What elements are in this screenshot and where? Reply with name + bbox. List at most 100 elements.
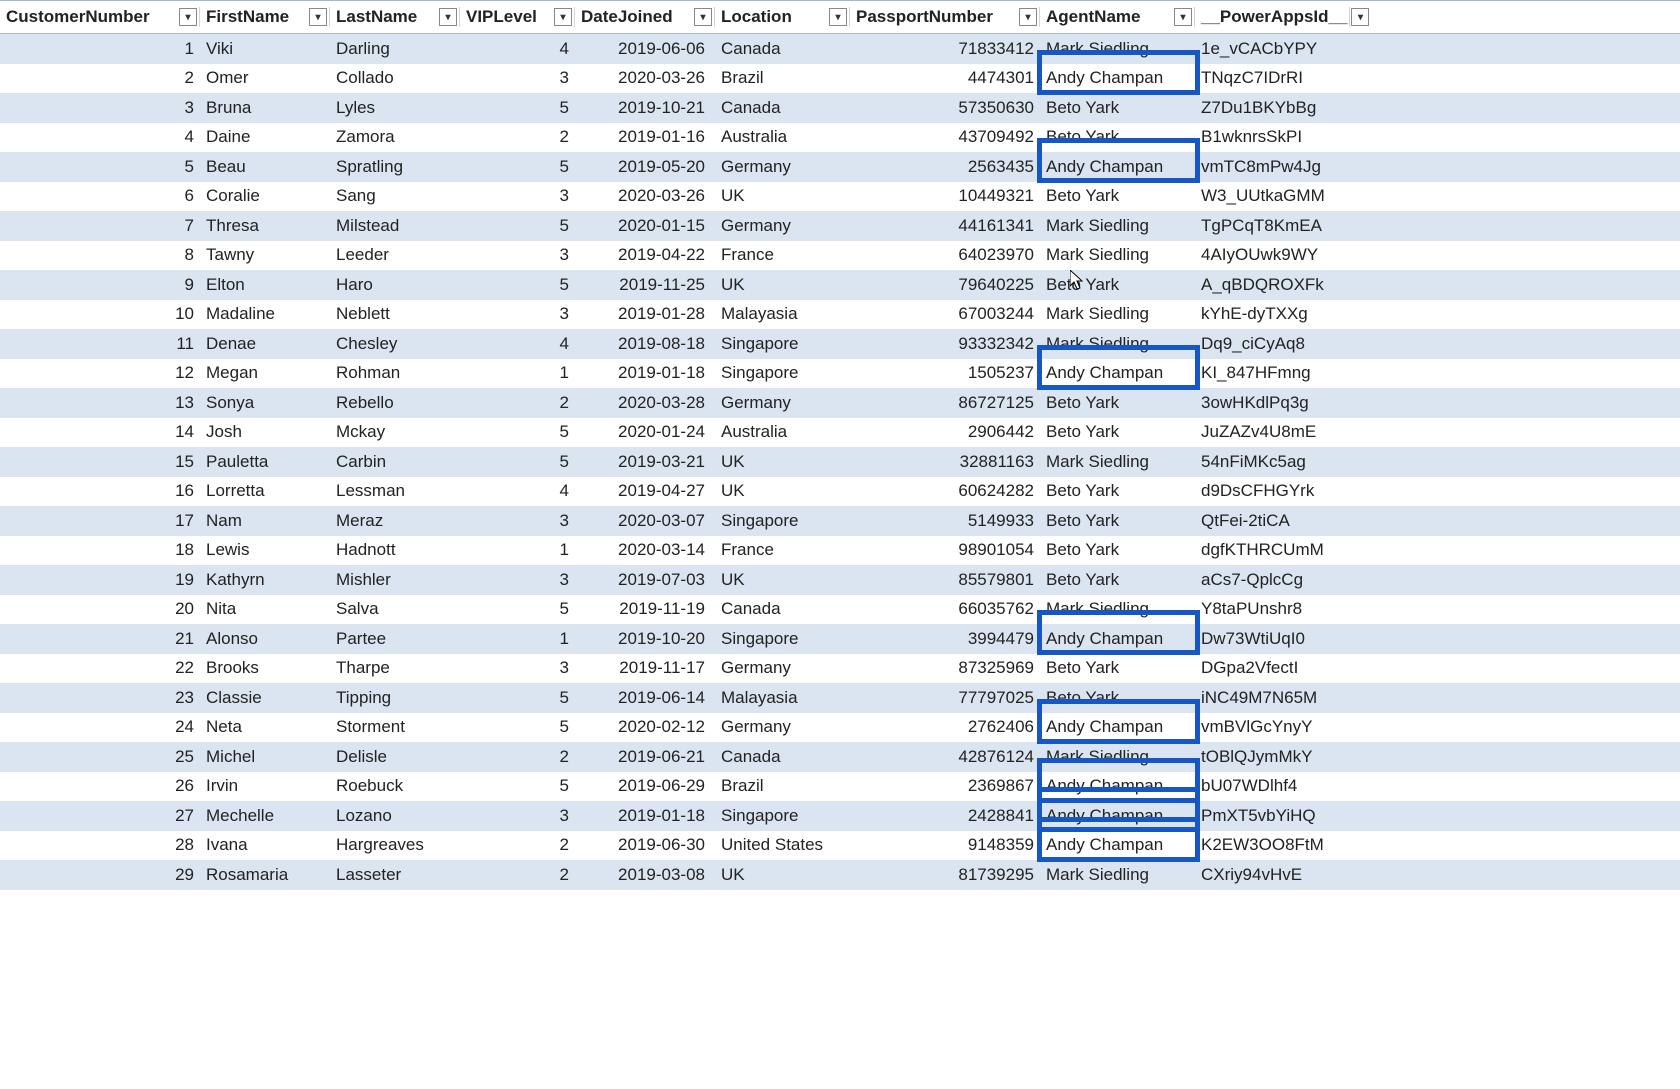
table-row[interactable]: 5BeauSpratling52019-05-20Germany2563435A… xyxy=(0,152,1680,182)
cell-location[interactable]: Australia xyxy=(715,422,850,442)
table-row[interactable]: 24NetaStorment52020-02-12Germany2762406A… xyxy=(0,713,1680,743)
table-row[interactable]: 22BrooksTharpe32019-11-17Germany87325969… xyxy=(0,654,1680,684)
cell-location[interactable]: Brazil xyxy=(715,68,850,88)
cell-agentname[interactable]: Mark Siedling xyxy=(1040,216,1195,236)
cell-passportnumber[interactable]: 66035762 xyxy=(850,599,1040,619)
cell-location[interactable]: Canada xyxy=(715,747,850,767)
cell-customernumber[interactable]: 29 xyxy=(0,865,200,885)
cell-powerappsid[interactable]: PmXT5vbYiHQ xyxy=(1195,806,1350,826)
cell-agentname[interactable]: Andy Champan xyxy=(1040,806,1195,826)
cell-viplevel[interactable]: 5 xyxy=(460,688,575,708)
cell-powerappsid[interactable]: tOBlQJymMkY xyxy=(1195,747,1350,767)
cell-customernumber[interactable]: 5 xyxy=(0,157,200,177)
cell-viplevel[interactable]: 5 xyxy=(460,717,575,737)
column-header-datejoined[interactable]: DateJoined▾ xyxy=(575,7,715,27)
cell-lastname[interactable]: Partee xyxy=(330,629,460,649)
cell-lastname[interactable]: Zamora xyxy=(330,127,460,147)
cell-lastname[interactable]: Hargreaves xyxy=(330,835,460,855)
cell-datejoined[interactable]: 2020-03-14 xyxy=(575,540,715,560)
cell-powerappsid[interactable]: 1e_vCACbYPY xyxy=(1195,39,1350,59)
column-header-firstname[interactable]: FirstName▾ xyxy=(200,7,330,27)
cell-powerappsid[interactable]: aCs7-QplcCg xyxy=(1195,570,1350,590)
cell-viplevel[interactable]: 3 xyxy=(460,245,575,265)
cell-passportnumber[interactable]: 98901054 xyxy=(850,540,1040,560)
column-header-agentname[interactable]: AgentName▾ xyxy=(1040,7,1195,27)
cell-firstname[interactable]: Beau xyxy=(200,157,330,177)
cell-location[interactable]: Canada xyxy=(715,599,850,619)
cell-agentname[interactable]: Beto Yark xyxy=(1040,393,1195,413)
table-row[interactable]: 26IrvinRoebuck52019-06-29Brazil2369867An… xyxy=(0,772,1680,802)
table-row[interactable]: 14JoshMckay52020-01-24Australia2906442Be… xyxy=(0,418,1680,448)
cell-viplevel[interactable]: 5 xyxy=(460,98,575,118)
cell-agentname[interactable]: Beto Yark xyxy=(1040,98,1195,118)
cell-agentname[interactable]: Beto Yark xyxy=(1040,540,1195,560)
cell-lastname[interactable]: Lessman xyxy=(330,481,460,501)
cell-firstname[interactable]: Madaline xyxy=(200,304,330,324)
table-row[interactable]: 21AlonsoPartee12019-10-20Singapore399447… xyxy=(0,624,1680,654)
cell-passportnumber[interactable]: 4474301 xyxy=(850,68,1040,88)
cell-datejoined[interactable]: 2019-10-20 xyxy=(575,629,715,649)
cell-passportnumber[interactable]: 5149933 xyxy=(850,511,1040,531)
table-row[interactable]: 20NitaSalva52019-11-19Canada66035762Mark… xyxy=(0,595,1680,625)
table-row[interactable]: 11DenaeChesley42019-08-18Singapore933323… xyxy=(0,329,1680,359)
cell-customernumber[interactable]: 27 xyxy=(0,806,200,826)
cell-datejoined[interactable]: 2020-01-24 xyxy=(575,422,715,442)
cell-powerappsid[interactable]: 54nFiMKc5ag xyxy=(1195,452,1350,472)
filter-dropdown-icon[interactable]: ▾ xyxy=(554,8,572,26)
cell-datejoined[interactable]: 2019-01-18 xyxy=(575,363,715,383)
cell-agentname[interactable]: Beto Yark xyxy=(1040,186,1195,206)
cell-lastname[interactable]: Leeder xyxy=(330,245,460,265)
cell-datejoined[interactable]: 2019-01-28 xyxy=(575,304,715,324)
cell-datejoined[interactable]: 2019-11-25 xyxy=(575,275,715,295)
cell-viplevel[interactable]: 3 xyxy=(460,570,575,590)
cell-location[interactable]: UK xyxy=(715,186,850,206)
cell-customernumber[interactable]: 14 xyxy=(0,422,200,442)
cell-firstname[interactable]: Omer xyxy=(200,68,330,88)
cell-powerappsid[interactable]: Y8taPUnshr8 xyxy=(1195,599,1350,619)
cell-agentname[interactable]: Mark Siedling xyxy=(1040,39,1195,59)
cell-datejoined[interactable]: 2019-06-14 xyxy=(575,688,715,708)
cell-powerappsid[interactable]: iNC49M7N65M xyxy=(1195,688,1350,708)
cell-datejoined[interactable]: 2020-02-12 xyxy=(575,717,715,737)
cell-viplevel[interactable]: 3 xyxy=(460,186,575,206)
table-row[interactable]: 2OmerCollado32020-03-26Brazil4474301Andy… xyxy=(0,64,1680,94)
cell-powerappsid[interactable]: Z7Du1BKYbBg xyxy=(1195,98,1350,118)
cell-agentname[interactable]: Beto Yark xyxy=(1040,570,1195,590)
cell-location[interactable]: Singapore xyxy=(715,806,850,826)
cell-powerappsid[interactable]: B1wknrsSkPI xyxy=(1195,127,1350,147)
cell-customernumber[interactable]: 23 xyxy=(0,688,200,708)
cell-passportnumber[interactable]: 87325969 xyxy=(850,658,1040,678)
cell-passportnumber[interactable]: 2369867 xyxy=(850,776,1040,796)
cell-passportnumber[interactable]: 2428841 xyxy=(850,806,1040,826)
cell-viplevel[interactable]: 1 xyxy=(460,629,575,649)
cell-datejoined[interactable]: 2019-04-22 xyxy=(575,245,715,265)
cell-lastname[interactable]: Lasseter xyxy=(330,865,460,885)
cell-location[interactable]: Australia xyxy=(715,127,850,147)
cell-datejoined[interactable]: 2019-04-27 xyxy=(575,481,715,501)
cell-passportnumber[interactable]: 3994479 xyxy=(850,629,1040,649)
cell-customernumber[interactable]: 3 xyxy=(0,98,200,118)
table-row[interactable]: 7ThresaMilstead52020-01-15Germany4416134… xyxy=(0,211,1680,241)
cell-viplevel[interactable]: 3 xyxy=(460,68,575,88)
cell-location[interactable]: Singapore xyxy=(715,334,850,354)
cell-passportnumber[interactable]: 64023970 xyxy=(850,245,1040,265)
cell-customernumber[interactable]: 9 xyxy=(0,275,200,295)
table-row[interactable]: 8TawnyLeeder32019-04-22France64023970Mar… xyxy=(0,241,1680,271)
cell-agentname[interactable]: Beto Yark xyxy=(1040,481,1195,501)
table-row[interactable]: 15PaulettaCarbin52019-03-21UK32881163Mar… xyxy=(0,447,1680,477)
cell-agentname[interactable]: Beto Yark xyxy=(1040,127,1195,147)
cell-lastname[interactable]: Rebello xyxy=(330,393,460,413)
cell-passportnumber[interactable]: 10449321 xyxy=(850,186,1040,206)
table-row[interactable]: 4DaineZamora22019-01-16Australia43709492… xyxy=(0,123,1680,153)
cell-passportnumber[interactable]: 93332342 xyxy=(850,334,1040,354)
cell-lastname[interactable]: Roebuck xyxy=(330,776,460,796)
cell-datejoined[interactable]: 2019-05-20 xyxy=(575,157,715,177)
cell-agentname[interactable]: Andy Champan xyxy=(1040,835,1195,855)
cell-datejoined[interactable]: 2019-07-03 xyxy=(575,570,715,590)
cell-powerappsid[interactable]: CXriy94vHvE xyxy=(1195,865,1350,885)
cell-lastname[interactable]: Milstead xyxy=(330,216,460,236)
filter-dropdown-icon[interactable]: ▾ xyxy=(1019,8,1037,26)
cell-agentname[interactable]: Mark Siedling xyxy=(1040,599,1195,619)
cell-customernumber[interactable]: 6 xyxy=(0,186,200,206)
cell-datejoined[interactable]: 2019-03-08 xyxy=(575,865,715,885)
